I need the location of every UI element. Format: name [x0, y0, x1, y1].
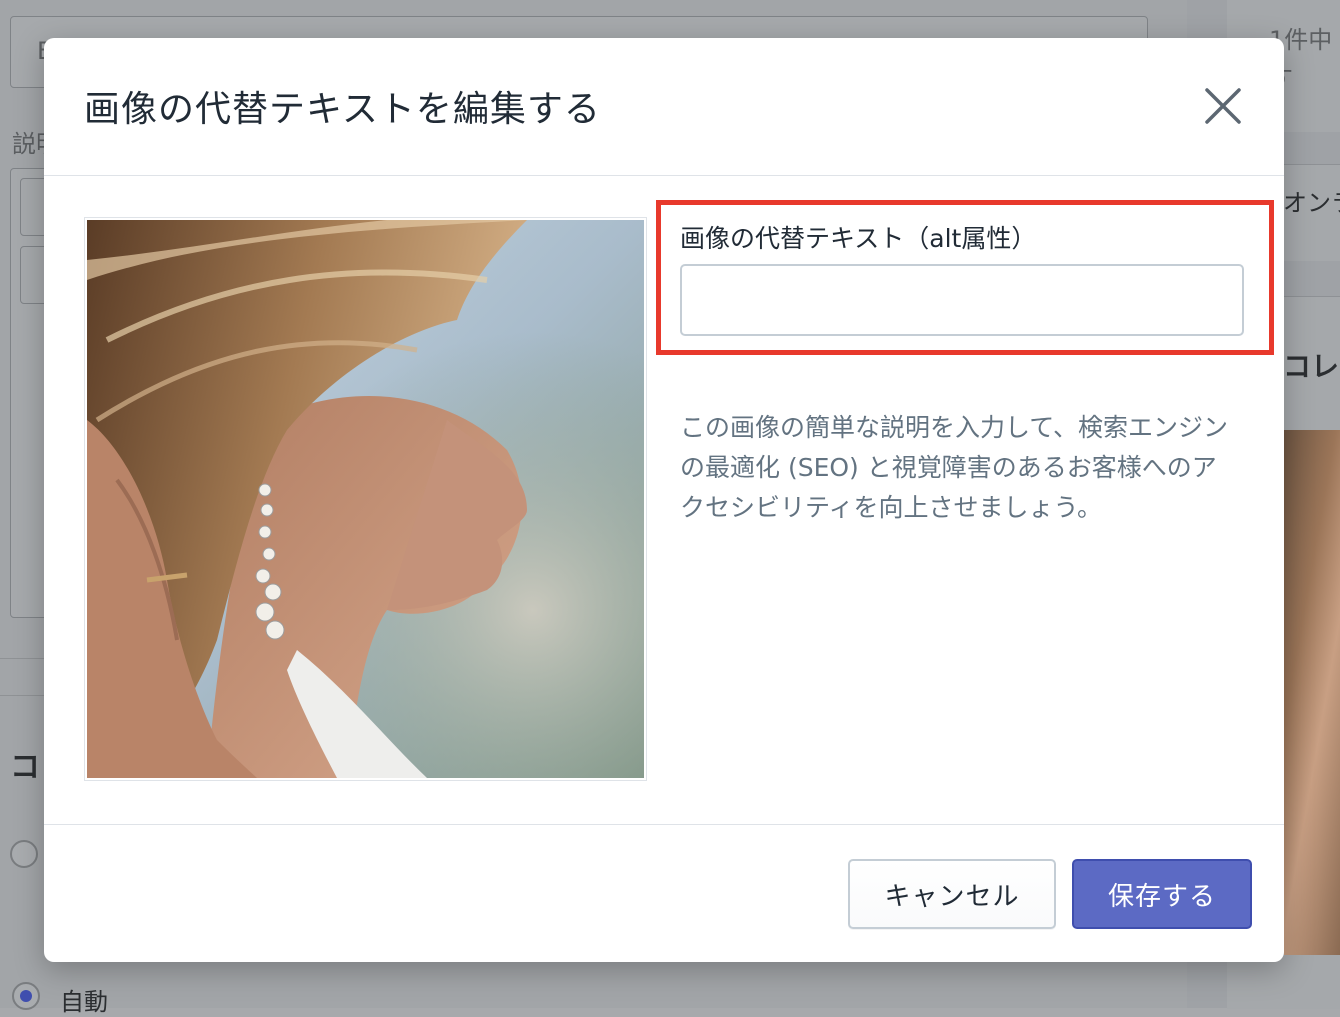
alt-text-help: この画像の簡単な説明を入力して、検索エンジンの最適化 (SEO) と視覚障害のあ… [680, 413, 1229, 522]
background-product-thumbnail [1284, 430, 1340, 955]
modal-header: 画像の代替テキストを編集する [44, 38, 1284, 176]
background-radio-manual [10, 840, 38, 868]
background-sidebar-online: オンラ [1283, 189, 1340, 217]
save-button[interactable]: 保存する [1072, 859, 1252, 929]
background-radio-auto-label: 自動 [60, 988, 108, 1016]
product-image [87, 220, 644, 778]
close-icon [1205, 88, 1241, 124]
modal-title: 画像の代替テキストを編集する [84, 89, 601, 130]
modal-footer: キャンセル 保存する [44, 824, 1284, 963]
background-section-heading: コ [10, 750, 40, 785]
close-button[interactable] [1201, 84, 1245, 128]
alt-text-label: 画像の代替テキスト（alt属性） [680, 224, 1037, 253]
edit-alt-text-modal: 画像の代替テキストを編集する 画像の代替テキスト（alt属性） この画像の簡単な… [44, 38, 1284, 962]
modal-body: 画像の代替テキスト（alt属性） この画像の簡単な説明を入力して、検索エンジンの… [44, 176, 1284, 824]
background-sidebar-collection: コレ [1283, 350, 1340, 383]
background-radio-auto [12, 982, 40, 1010]
alt-text-input[interactable] [680, 264, 1244, 336]
cancel-button[interactable]: キャンセル [848, 859, 1056, 929]
image-preview-frame [84, 217, 647, 781]
